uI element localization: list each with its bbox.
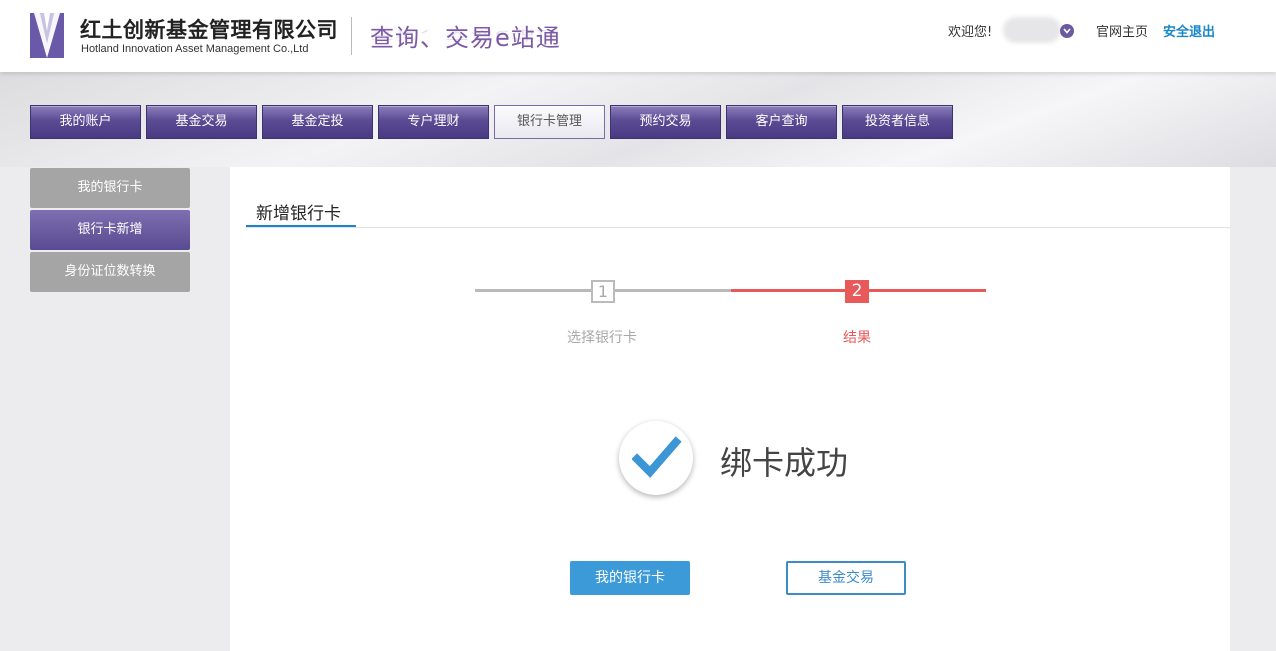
company-logo-icon [30, 13, 64, 58]
step-1-label: 选择银行卡 [567, 330, 637, 346]
sidebar-item-id-conversion[interactable]: 身份证位数转换 [30, 252, 190, 292]
nav-special-account[interactable]: 专户理财 [378, 105, 489, 139]
nav-appointment-trade[interactable]: 预约交易 [610, 105, 721, 139]
nav-investor-info[interactable]: 投资者信息 [842, 105, 953, 139]
step-2-number: 2 [845, 280, 869, 303]
nav-fund-fixed-invest[interactable]: 基金定投 [262, 105, 373, 139]
tab-add-bank-card[interactable]: 新增银行卡 [256, 199, 341, 224]
sidebar-item-add-bank-card[interactable]: 银行卡新增 [30, 210, 190, 250]
step-1-number: 1 [591, 280, 615, 303]
tab-divider [246, 227, 1230, 228]
logout-link[interactable]: 安全退出 [1163, 21, 1215, 40]
step-2-label: 结果 [843, 330, 871, 346]
nav-bank-card-manage[interactable]: 银行卡管理 [494, 105, 605, 139]
chevron-down-icon[interactable] [1060, 24, 1074, 38]
home-link[interactable]: 官网主页 [1096, 21, 1148, 40]
header-divider [351, 17, 352, 55]
user-name-blurred [1003, 17, 1061, 43]
success-message: 绑卡成功 [720, 444, 849, 482]
welcome-text: 欢迎您! [948, 25, 993, 40]
sidebar-item-my-bank-card[interactable]: 我的银行卡 [30, 168, 190, 208]
company-name-cn: 红土创新基金管理有限公司 [80, 18, 338, 42]
nav-my-account[interactable]: 我的账户 [30, 105, 141, 139]
main-panel: 新增银行卡 1 2 选择银行卡 结果 绑卡成功 我的银行卡 基金交易 [230, 167, 1230, 651]
header: 红土创新基金管理有限公司 Hotland Innovation Asset Ma… [0, 0, 1276, 72]
success-check-icon [619, 421, 693, 495]
fund-trade-button[interactable]: 基金交易 [786, 561, 906, 595]
my-bank-card-button[interactable]: 我的银行卡 [570, 561, 690, 595]
nav-fund-trade[interactable]: 基金交易 [146, 105, 257, 139]
slogan-reflection: 查询、交易e站通 [370, 27, 561, 43]
company-name-en: Hotland Innovation Asset Management Co.,… [81, 43, 309, 55]
nav-customer-query[interactable]: 客户查询 [726, 105, 837, 139]
